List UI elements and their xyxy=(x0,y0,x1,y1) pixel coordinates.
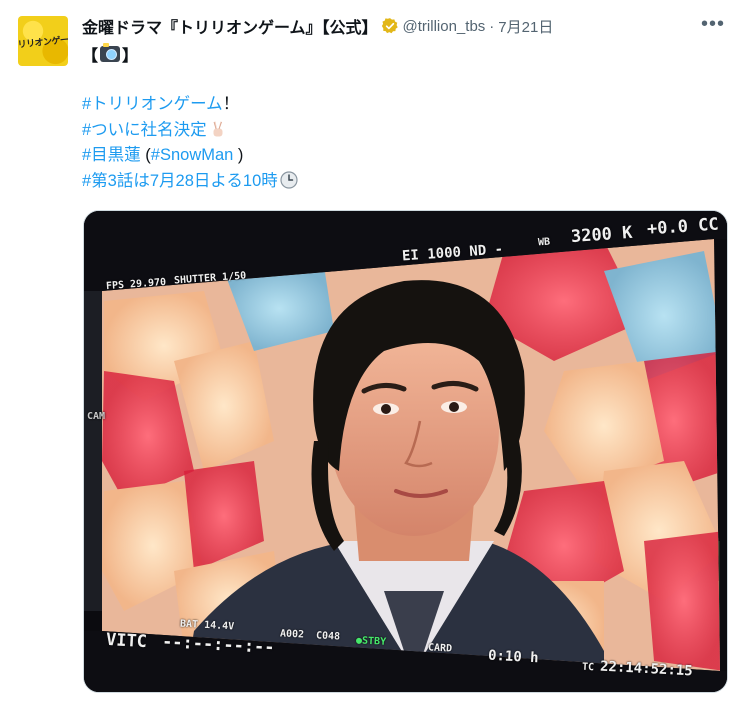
tweet-photo[interactable]: EI 1000 ND - WB 3200 K +0.0 CC FPS 29.97… xyxy=(83,210,728,693)
timecode-label: TC xyxy=(581,661,595,674)
bracket-open: 【 xyxy=(82,48,99,65)
wb-label: WB xyxy=(537,236,551,249)
bracket-close: 】 xyxy=(122,48,139,65)
avatar-logo-text: トリリオンゲーム xyxy=(18,32,68,51)
hashtag-link[interactable]: #ついに社名決定 xyxy=(82,121,207,139)
tweet-row: #ついに社名決定 xyxy=(82,118,298,144)
tweet-title-line: 【 】 xyxy=(82,42,138,66)
victory-hand-icon xyxy=(209,120,227,138)
text-paren-open: ( xyxy=(140,146,151,164)
camera-flash-icon xyxy=(100,43,121,62)
user-handle[interactable]: @trillion_tbs xyxy=(403,18,486,35)
more-options-icon[interactable]: ••• xyxy=(701,14,725,34)
verified-badge-icon xyxy=(381,17,399,35)
separator-dot: · xyxy=(489,17,495,35)
clip-reel: A002 xyxy=(279,628,305,641)
hashtag-link[interactable]: #目黒蓮 xyxy=(82,146,141,164)
hashtag-link[interactable]: #トリリオンゲーム xyxy=(82,95,223,113)
hashtag-link[interactable]: #第3話は7月28日よる10時 xyxy=(82,172,278,190)
text-suffix: ！ xyxy=(222,95,240,113)
profile-avatar[interactable]: トリリオンゲーム xyxy=(18,16,68,66)
wb-value: 3200 K xyxy=(570,222,634,248)
cam-label: CAM xyxy=(87,411,106,422)
tweet-text: #トリリオンゲーム！ #ついに社名決定 #目黒蓮 (#SnowMan ) #第3… xyxy=(82,92,298,194)
clock-icon xyxy=(280,170,298,189)
tweet-row: #トリリオンゲーム！ xyxy=(82,92,298,118)
tweet-row: #第3話は7月28日よる10時 xyxy=(82,169,298,195)
tweet-row: #目黒蓮 (#SnowMan ) xyxy=(82,143,298,169)
display-name[interactable]: 金曜ドラマ『トリリオンゲーム』【公式】 xyxy=(82,14,378,38)
tweet-date[interactable]: 7月21日 xyxy=(498,16,553,37)
clip-number: C048 xyxy=(315,630,341,643)
hashtag-link[interactable]: #SnowMan xyxy=(151,146,234,164)
vitc-label: VITC xyxy=(105,629,148,653)
tweet-header: 金曜ドラマ『トリリオンゲーム』【公式】 @trillion_tbs · 7月21… xyxy=(82,14,735,38)
card-label: CARD xyxy=(427,642,453,655)
card-time: 0:10 h xyxy=(487,647,539,667)
text-paren-close: ) xyxy=(233,146,244,164)
standby-status: ●STBY xyxy=(355,635,387,648)
